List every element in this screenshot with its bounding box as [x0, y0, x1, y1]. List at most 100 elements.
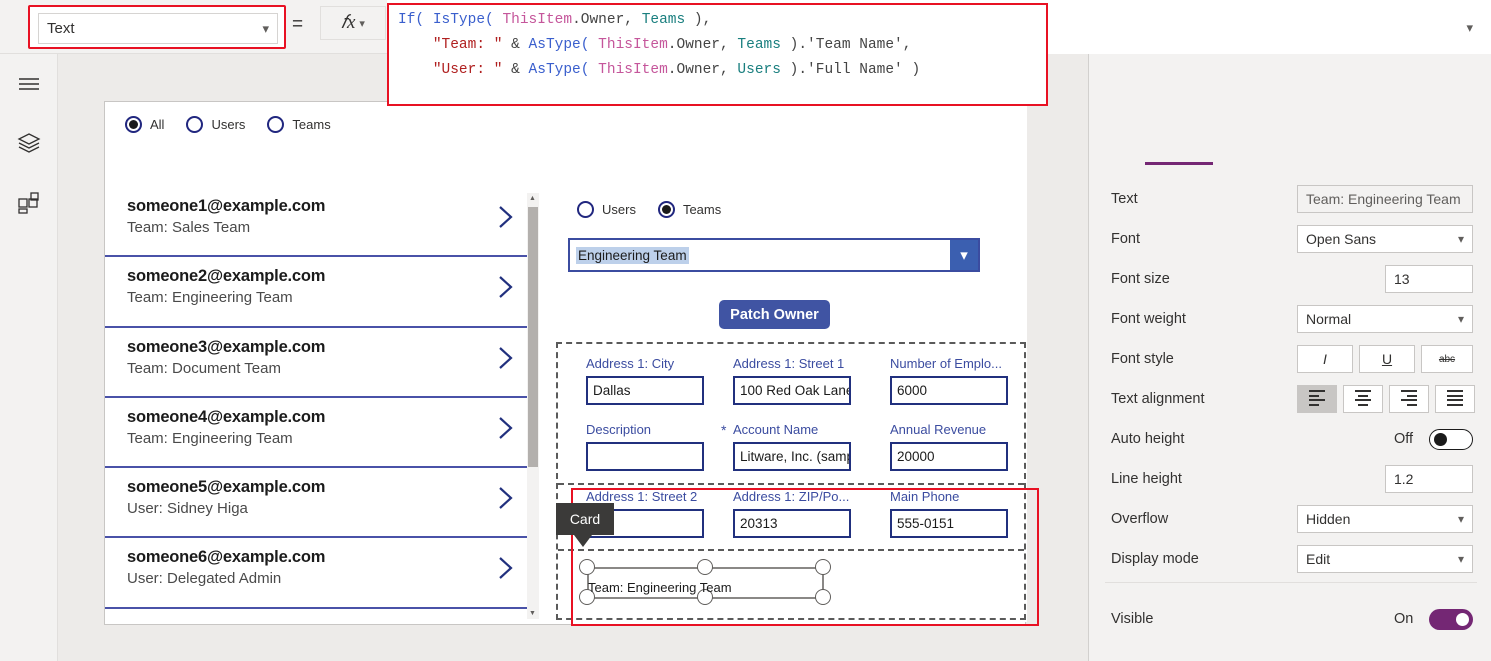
radio-all[interactable]: All — [125, 116, 164, 133]
card-tooltip: Card — [556, 503, 614, 547]
chevron-right-icon[interactable] — [496, 203, 516, 231]
layers-icon[interactable] — [13, 127, 45, 159]
property-selector-highlight: Text ▾ — [28, 5, 286, 49]
overflow-select[interactable]: Hidden ▾ — [1297, 505, 1473, 533]
scrollbar-thumb[interactable] — [528, 207, 538, 467]
patch-owner-button[interactable]: Patch Owner — [719, 300, 830, 329]
text-property-value[interactable]: Team: Engineering Team — [1297, 185, 1473, 213]
gallery-panel: All Users Teams someone1@example.com Team: … — [105, 102, 537, 622]
gallery-row-subtitle: Team: Engineering Team — [127, 289, 293, 307]
gallery-row[interactable]: someone4@example.com Team: Engineering Te… — [105, 398, 530, 469]
strikethrough-button[interactable]: abc — [1421, 345, 1473, 373]
align-justify-icon — [1447, 390, 1463, 408]
scroll-down-arrow-icon[interactable]: ▼ — [529, 610, 536, 617]
chevron-down-icon: ▾ — [262, 20, 269, 36]
equals-sign: = — [292, 14, 304, 35]
display-mode-select-value: Edit — [1306, 551, 1331, 567]
property-label: Font size — [1111, 271, 1170, 287]
chevron-down-icon[interactable]: ▾ — [950, 240, 978, 270]
formula-text[interactable]: If( IsType( ThisItem.Owner, Teams ), "Te… — [398, 8, 920, 83]
property-row-text: Text Team: Engineering Team — [1089, 179, 1491, 219]
chevron-right-icon[interactable] — [496, 344, 516, 372]
property-row-text-alignment: Text alignment — [1089, 379, 1491, 419]
radio-users[interactable]: Users — [577, 201, 636, 218]
scroll-up-arrow-icon[interactable]: ▲ — [529, 195, 536, 202]
gallery-row-subtitle: Team: Document Team — [127, 359, 281, 377]
team-combobox[interactable]: Engineering Team ▾ — [568, 238, 980, 272]
font-size-input[interactable]: 13 — [1385, 265, 1473, 293]
font-select[interactable]: Open Sans ▾ — [1297, 225, 1473, 253]
display-mode-select[interactable]: Edit ▾ — [1297, 545, 1473, 573]
align-left-icon — [1309, 390, 1325, 408]
chevron-right-icon[interactable] — [496, 273, 516, 301]
resize-handle[interactable] — [815, 559, 831, 575]
required-asterisk-icon: * — [721, 422, 727, 438]
owner-type-radio-group: Users Teams — [577, 201, 721, 218]
gallery-row-title: someone5@example.com — [127, 478, 326, 497]
radio-label: Users — [602, 202, 636, 217]
hamburger-menu-icon[interactable] — [13, 68, 45, 100]
form-field-label: Description — [586, 422, 652, 437]
property-label: Line height — [1111, 471, 1182, 487]
radio-button-icon — [125, 116, 142, 133]
form-field-input[interactable]: Litware, Inc. (sample — [733, 442, 851, 471]
property-label: Overflow — [1111, 511, 1169, 527]
form-field-input[interactable]: 100 Red Oak Lane — [733, 376, 851, 405]
property-row-display-mode: Display mode Edit ▾ — [1089, 539, 1491, 579]
gallery-row[interactable]: someone6@example.com User: Delegated Admi… — [105, 538, 530, 609]
fx-label: 𝑓x — [341, 12, 356, 33]
align-right-icon — [1401, 390, 1417, 408]
chevron-right-icon[interactable] — [496, 414, 516, 442]
property-row-font-style: Font style I U abc — [1089, 339, 1491, 379]
resize-handle[interactable] — [697, 559, 713, 575]
form-field-label: Address 1: City — [586, 356, 675, 371]
radio-button-icon — [267, 116, 285, 133]
gallery-row-subtitle: User: Delegated Admin — [127, 570, 282, 588]
gallery-row[interactable]: someone2@example.com Team: Engineering Te… — [105, 257, 530, 328]
form-field: Number of Emplo... 6000 — [890, 356, 1008, 405]
line-height-input[interactable]: 1.2 — [1385, 465, 1473, 493]
form-row-divider — [558, 483, 1024, 485]
form-field-label: Account Name — [733, 422, 819, 437]
form-field-input[interactable]: 20313 — [733, 509, 851, 538]
align-center-button[interactable] — [1343, 385, 1383, 413]
resize-handle[interactable] — [815, 589, 831, 605]
form-field-label: Number of Emplo... — [890, 356, 1002, 371]
form-field-input[interactable]: 20000 — [890, 442, 1008, 471]
gallery-row[interactable]: someone3@example.com Team: Document Team — [105, 328, 530, 398]
form-field: Address 1: ZIP/Po... 20313 — [733, 489, 851, 538]
chevron-right-icon[interactable] — [496, 554, 516, 582]
font-weight-select[interactable]: Normal ▾ — [1297, 305, 1473, 333]
property-selector[interactable]: Text ▾ — [38, 13, 278, 44]
form-field-input[interactable]: Dallas — [586, 376, 704, 405]
auto-height-toggle[interactable] — [1429, 429, 1473, 450]
form-field: Main Phone 555-0151 — [890, 489, 1008, 538]
form-field-label: Address 1: ZIP/Po... — [733, 489, 850, 504]
formula-expand-chevron-icon[interactable]: ▾ — [1466, 20, 1473, 36]
gallery-row[interactable]: someone5@example.com User: Sidney Higa — [105, 468, 530, 539]
form-field: * Account Name Litware, Inc. (sample — [721, 422, 851, 471]
gallery-row-subtitle: Team: Sales Team — [127, 219, 251, 236]
align-right-button[interactable] — [1389, 385, 1429, 413]
radio-button-icon — [186, 116, 204, 133]
underline-button[interactable]: U — [1359, 345, 1415, 373]
align-left-button[interactable] — [1297, 385, 1337, 413]
property-row-font-size: Font size 13 — [1089, 259, 1491, 299]
chevron-right-icon[interactable] — [496, 484, 516, 512]
insert-grid-icon[interactable] — [13, 187, 45, 219]
form-field-input[interactable] — [586, 442, 704, 471]
visible-toggle[interactable] — [1429, 609, 1473, 630]
fx-button[interactable]: 𝑓x ▾ — [320, 6, 386, 40]
radio-users[interactable]: Users — [186, 116, 245, 133]
radio-teams[interactable]: Teams — [267, 116, 331, 133]
radio-teams[interactable]: Teams — [657, 201, 721, 218]
selected-label-text: Team: Engineering Team — [588, 580, 732, 595]
form-field-input[interactable]: 555-0151 — [890, 509, 1008, 538]
gallery-scrollbar[interactable]: ▲ ▼ — [527, 193, 539, 619]
property-label: Text — [1111, 191, 1138, 207]
gallery-row[interactable]: someone1@example.com Team: Sales Team — [105, 187, 530, 258]
resize-handle[interactable] — [579, 559, 595, 575]
align-justify-button[interactable] — [1435, 385, 1475, 413]
italic-button[interactable]: I — [1297, 345, 1353, 373]
form-field-input[interactable]: 6000 — [890, 376, 1008, 405]
